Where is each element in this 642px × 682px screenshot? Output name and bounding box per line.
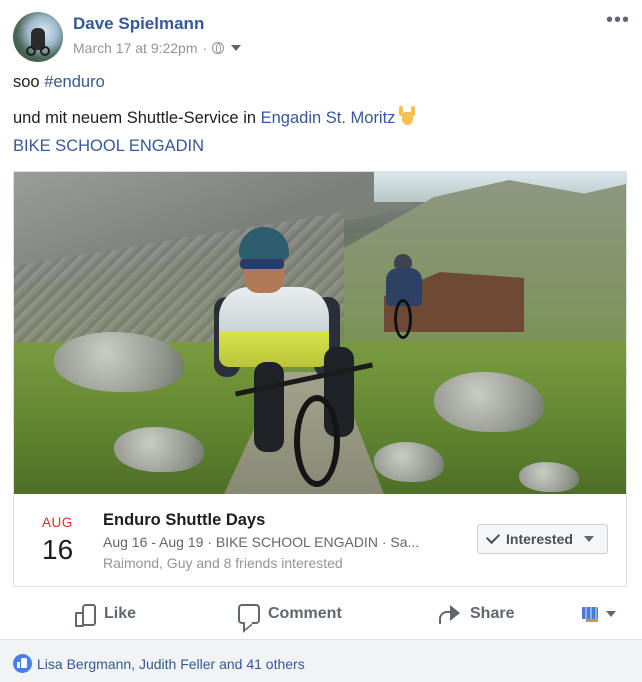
reactions-summary[interactable]: Lisa Bergmann, Judith Feller and 41 othe… [13,654,305,673]
like-label: Like [104,605,137,622]
rider2-wheel [394,299,412,339]
chevron-down-icon [606,611,616,617]
like-reaction-icon [13,654,32,673]
chevron-down-icon[interactable] [231,45,242,51]
avatar-wheel-shape [26,46,36,56]
post-text-line-3: BIKE SCHOOL ENGADIN [13,137,204,156]
post-text-shuttle: und mit neuem Shuttle-Service in [13,109,261,127]
photo-rider-foreground [214,227,373,487]
post-text-line-2: und mit neuem Shuttle-Service in Engadin… [13,106,416,128]
post-text-soo: soo [13,73,45,91]
reactions-text[interactable]: Lisa Bergmann, Judith Feller and 41 othe… [37,656,305,672]
comment-label: Comment [268,605,342,622]
event-day: 16 [42,534,74,565]
event-info: AUG 16 Enduro Shuttle Days Aug 16 - Aug … [14,494,626,586]
globe-icon[interactable] [212,42,225,54]
check-icon [485,529,501,545]
author-name[interactable]: Dave Spielmann [73,14,204,34]
page-link[interactable]: BIKE SCHOOL ENGADIN [13,137,204,155]
post-as-selector[interactable] [582,595,616,633]
photo-rock [374,442,444,482]
more-options-icon[interactable]: ••• [606,10,630,30]
place-link[interactable]: Engadin St. Moritz [261,109,396,127]
share-icon [438,604,462,624]
author-avatar[interactable] [13,12,63,62]
rider-goggles [240,259,284,269]
event-month: AUG [42,515,73,530]
feed-post: Dave Spielmann March 17 at 9:22pm · ••• … [0,0,642,682]
event-photo[interactable] [14,172,626,494]
comment-icon [238,604,260,624]
rider-helmet [239,227,289,261]
event-details: Aug 16 - Aug 19 · BIKE SCHOOL ENGADIN · … [103,534,420,550]
comment-button[interactable]: Comment [238,595,342,633]
interested-button[interactable]: Interested [477,524,608,554]
interested-label: Interested [506,531,573,547]
reactions-bar: Lisa Bergmann, Judith Feller and 41 othe… [0,639,642,682]
photo-rider-background [382,254,426,344]
post-timestamp[interactable]: March 17 at 9:22pm [73,40,198,56]
thumbs-up-icon [74,603,96,627]
chevron-down-icon [583,536,594,542]
meta-separator: · [202,40,208,56]
share-button[interactable]: Share [438,595,514,633]
page-avatar-icon [582,606,600,622]
rider-jersey [219,287,329,367]
avatar-wheel-shape [40,46,50,56]
hashtag-link[interactable]: #enduro [44,73,105,91]
event-card[interactable]: AUG 16 Enduro Shuttle Days Aug 16 - Aug … [13,171,627,587]
photo-rock [519,462,579,492]
post-text-line-1: soo #enduro [13,73,105,92]
rider-front-wheel [294,395,340,487]
post-meta: March 17 at 9:22pm · [73,40,242,56]
rider-leg-left [254,362,284,452]
sign-of-the-horns-icon [398,106,416,126]
event-title[interactable]: Enduro Shuttle Days [103,511,265,530]
like-button[interactable]: Like [74,595,136,633]
post-actions: Like Comment Share [0,595,642,633]
rider2-helmet [394,254,412,268]
event-friends-interested[interactable]: Raimond, Guy and 8 friends interested [103,555,343,571]
share-label: Share [470,605,515,622]
